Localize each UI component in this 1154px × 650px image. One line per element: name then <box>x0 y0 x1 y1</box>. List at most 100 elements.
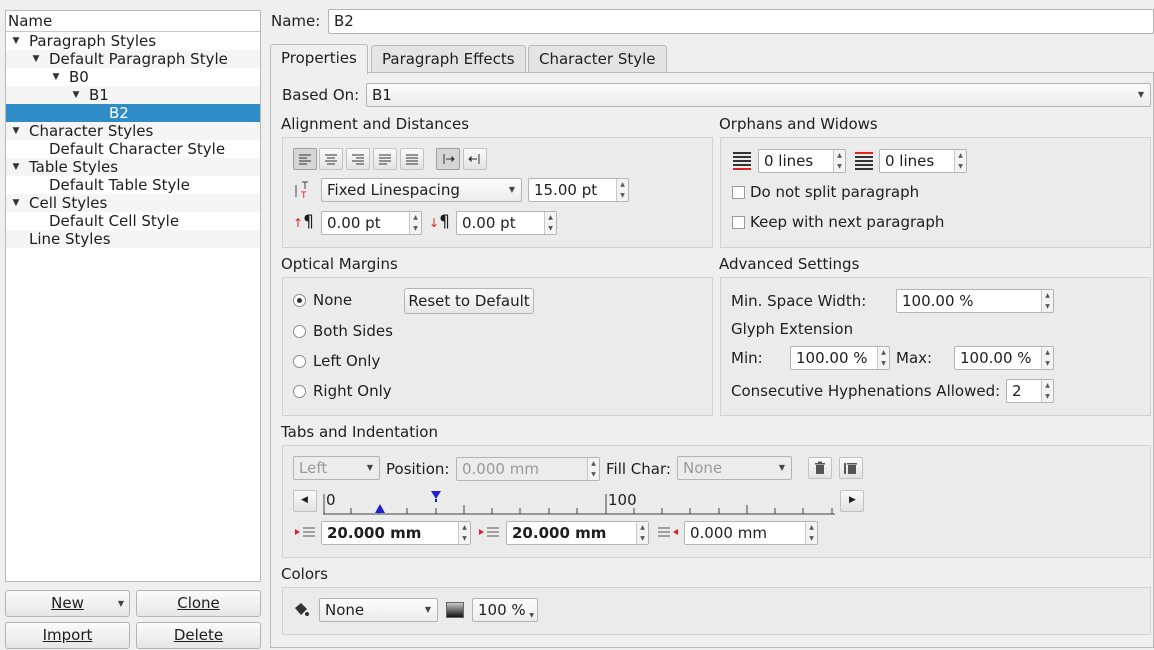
chevron-down-icon: ▼ <box>117 599 124 608</box>
optical-right-only-radio[interactable] <box>293 385 306 398</box>
right-indent-input[interactable]: 0.000 mm ▲ ▼ <box>684 521 818 545</box>
tree-item-default-table-style[interactable]: Default Table Style <box>6 176 260 194</box>
left-indent-input[interactable]: 20.000 mm ▲ ▼ <box>506 521 649 545</box>
tree-item-b1[interactable]: ▼ B1 <box>6 86 260 104</box>
orphan-lines-spinner[interactable]: ▲ ▼ <box>833 150 845 172</box>
space-below-input[interactable]: 0.00 pt ▲ ▼ <box>456 211 557 235</box>
ruler-graphic <box>323 491 835 515</box>
left-indent-spinner[interactable]: ▲ ▼ <box>636 522 648 544</box>
tab-paragraph-effects[interactable]: Paragraph Effects <box>371 45 526 73</box>
chevron-down-icon[interactable]: ▼ <box>10 194 22 212</box>
linespacing-value-input[interactable]: 15.00 pt ▲ ▼ <box>528 178 629 202</box>
linespacing-mode-select[interactable]: Fixed Linespacing ▼ <box>321 178 522 202</box>
chevron-down-icon: ▼ <box>366 463 373 472</box>
glyph-min-spinner[interactable]: ▲ ▼ <box>877 347 889 369</box>
no-split-label: Do not split paragraph <box>750 183 920 201</box>
align-center-button[interactable] <box>319 148 343 170</box>
orphan-lines-input[interactable]: 0 lines ▲ ▼ <box>758 149 846 173</box>
tab-type-select[interactable]: Left ▼ <box>293 456 380 480</box>
chevron-down-icon: ▼ <box>529 612 534 619</box>
space-above-spinner[interactable]: ▲ ▼ <box>409 212 421 234</box>
tree-item-line-styles[interactable]: Line Styles <box>6 230 260 248</box>
optical-both-sides-radio[interactable] <box>293 325 306 338</box>
min-space-spinner[interactable]: ▲ ▼ <box>1041 290 1053 312</box>
first-indent-input[interactable]: 20.000 mm ▲ ▼ <box>321 521 471 545</box>
first-line-indent-marker[interactable] <box>431 491 441 499</box>
based-on-select[interactable]: B1 ▼ <box>366 83 1151 107</box>
ruler-mark-label: 100 <box>608 491 637 509</box>
hyphenations-spinner[interactable]: ▲ ▼ <box>1041 380 1053 402</box>
align-right-icon <box>352 154 364 165</box>
fill-char-select[interactable]: None ▼ <box>677 456 792 480</box>
optical-none-label: None <box>313 291 353 309</box>
clone-button[interactable]: Clone <box>136 590 261 617</box>
import-button[interactable]: Import <box>5 622 130 649</box>
tree-item-table-styles[interactable]: ▼ Table Styles <box>6 158 260 176</box>
styles-tree[interactable]: Name ▼ Paragraph Styles ▼ Default Paragr… <box>5 10 261 582</box>
name-input[interactable]: B2 <box>328 9 1154 34</box>
tree-header-name[interactable]: Name <box>6 11 260 32</box>
align-right-button[interactable] <box>346 148 370 170</box>
fill-color-select[interactable]: None ▼ <box>319 598 438 622</box>
tree-item-default-paragraph-style[interactable]: ▼ Default Paragraph Style <box>6 50 260 68</box>
glyph-max-spinner[interactable]: ▲ ▼ <box>1041 347 1053 369</box>
tab-properties[interactable]: Properties <box>270 44 368 74</box>
optical-title: Optical Margins <box>281 255 398 273</box>
tree-item-paragraph-styles[interactable]: ▼ Paragraph Styles <box>6 32 260 50</box>
advanced-title: Advanced Settings <box>719 255 860 273</box>
space-below-spinner[interactable]: ▲ ▼ <box>544 212 556 234</box>
chevron-down-icon[interactable]: ▼ <box>30 50 42 68</box>
align-left-button[interactable] <box>293 148 317 170</box>
tree-item-b2[interactable]: B2 <box>6 104 260 122</box>
optical-left-only-radio[interactable] <box>293 355 306 368</box>
hyphenations-input[interactable]: 2 ▲ ▼ <box>1006 379 1054 403</box>
chevron-down-icon[interactable]: ▼ <box>10 158 22 176</box>
linespacing-spinner[interactable]: ▲ ▼ <box>616 179 628 201</box>
tab-position-spinner[interactable]: ▲ ▼ <box>587 458 599 480</box>
right-indent-icon <box>658 527 678 537</box>
align-left-icon <box>299 154 311 165</box>
tab-character-style[interactable]: Character Style <box>528 45 667 73</box>
optical-none-radio[interactable] <box>293 294 306 307</box>
align-center-icon <box>325 154 337 165</box>
shade-icon <box>446 602 464 618</box>
chevron-left-icon: ◀ <box>301 495 308 505</box>
align-forced-button[interactable] <box>400 148 424 170</box>
chevron-down-icon[interactable]: ▼ <box>10 122 22 140</box>
delete-button[interactable]: Delete <box>136 622 261 649</box>
right-indent-spinner[interactable]: ▲ ▼ <box>805 522 817 544</box>
widow-lines-input[interactable]: 0 lines ▲ ▼ <box>879 149 967 173</box>
tab-position-input[interactable]: 0.000 mm ▲ ▼ <box>456 457 600 481</box>
new-button[interactable]: New ▼ <box>5 590 130 617</box>
no-split-checkbox[interactable] <box>732 186 745 199</box>
chevron-down-icon[interactable]: ▼ <box>70 86 82 104</box>
ruler-scroll-left-button[interactable]: ◀ <box>293 490 317 512</box>
direction-ltr-button[interactable] <box>436 148 460 170</box>
tree-item-cell-styles[interactable]: ▼ Cell Styles <box>6 194 260 212</box>
tree-item-default-character-style[interactable]: Default Character Style <box>6 140 260 158</box>
reset-to-default-button[interactable]: Reset to Default <box>404 288 534 314</box>
tree-item-b0[interactable]: ▼ B0 <box>6 68 260 86</box>
ruler-scroll-right-button[interactable]: ▶ <box>840 490 864 512</box>
widow-lines-spinner[interactable]: ▲ ▼ <box>954 150 966 172</box>
chevron-down-icon: ▼ <box>508 185 515 194</box>
chevron-down-icon[interactable]: ▼ <box>50 68 62 86</box>
min-space-input[interactable]: 100.00 % ▲ ▼ <box>896 289 1054 313</box>
tree-item-default-cell-style[interactable]: Default Cell Style <box>6 212 260 230</box>
tree-item-character-styles[interactable]: ▼ Character Styles <box>6 122 260 140</box>
shade-select[interactable]: 100 % ▼ <box>472 598 538 622</box>
tab-ruler[interactable]: 0 100 <box>323 488 835 516</box>
delete-tab-button[interactable] <box>808 457 832 479</box>
keep-next-checkbox[interactable] <box>732 216 745 229</box>
glyph-min-input[interactable]: 100.00 % ▲ ▼ <box>790 346 890 370</box>
glyph-max-input[interactable]: 100.00 % ▲ ▼ <box>954 346 1054 370</box>
align-justify-button[interactable] <box>373 148 397 170</box>
first-indent-spinner[interactable]: ▲ ▼ <box>458 522 470 544</box>
optical-right-only-label: Right Only <box>313 382 392 400</box>
left-indent-marker[interactable] <box>375 504 385 513</box>
trash-icon <box>815 461 825 474</box>
delete-all-tabs-button[interactable] <box>839 457 863 479</box>
chevron-down-icon[interactable]: ▼ <box>10 32 22 50</box>
direction-rtl-button[interactable] <box>463 148 487 170</box>
space-above-input[interactable]: 0.00 pt ▲ ▼ <box>321 211 422 235</box>
